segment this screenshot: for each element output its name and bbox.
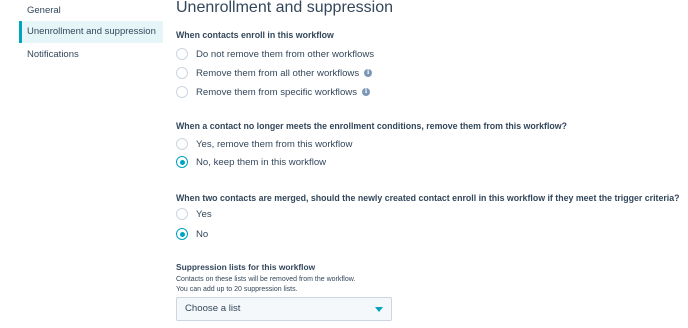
radio-button[interactable] <box>176 208 188 220</box>
radio-button[interactable] <box>176 67 188 79</box>
suppression-limit-note: You can add up to 20 suppression lists. <box>176 286 298 293</box>
option-label: Remove them from all other workflows <box>196 67 360 79</box>
workflow-settings-page: General Unenrollment and suppression Not… <box>0 0 688 328</box>
option-label: No <box>196 228 209 240</box>
info-icon[interactable]: i <box>364 69 373 77</box>
page-title: Unenrollment and suppression <box>176 0 394 16</box>
option-label: Remove them from specific workflows <box>196 86 358 98</box>
option-label: Yes <box>196 208 212 220</box>
radio-option-yes-remove[interactable]: Yes, remove them from this workflow <box>176 136 352 152</box>
caret-down-icon <box>375 307 383 312</box>
radio-option-remove-all[interactable]: Remove them from all other workflows i <box>176 65 373 81</box>
radio-button[interactable] <box>176 138 188 150</box>
settings-sidebar: General Unenrollment and suppression Not… <box>0 0 165 328</box>
sidebar-item-notifications[interactable]: Notifications <box>19 44 163 66</box>
radio-button-selected[interactable] <box>176 156 188 168</box>
option-label: Yes, remove them from this workflow <box>196 138 353 150</box>
enrollment-conditions-question: When a contact no longer meets the enrol… <box>176 121 568 131</box>
radio-button[interactable] <box>176 48 188 60</box>
radio-option-do-not-remove[interactable]: Do not remove them from other workflows <box>176 46 374 62</box>
suppression-title: Suppression lists for this workflow <box>176 262 316 272</box>
option-label: Do not remove them from other workflows <box>196 48 375 60</box>
radio-button-selected[interactable] <box>176 228 188 240</box>
sidebar-item-unenrollment[interactable]: Unenrollment and suppression <box>19 21 163 43</box>
sidebar-item-general[interactable]: General <box>19 0 163 22</box>
info-icon[interactable]: i <box>362 88 371 96</box>
radio-button[interactable] <box>176 86 188 98</box>
dropdown-placeholder: Choose a list <box>185 303 241 314</box>
radio-option-remove-specific[interactable]: Remove them from specific workflows i <box>176 84 371 100</box>
suppression-description: Contacts on these lists will be removed … <box>176 276 356 283</box>
radio-option-no[interactable]: No <box>176 226 208 242</box>
radio-option-yes[interactable]: Yes <box>176 206 212 222</box>
merged-contacts-question: When two contacts are merged, should the… <box>176 193 680 203</box>
enroll-question: When contacts enroll in this workflow <box>176 30 334 40</box>
settings-main: Unenrollment and suppression When contac… <box>176 0 681 328</box>
suppression-list-dropdown[interactable]: Choose a list <box>176 297 392 321</box>
radio-option-no-keep[interactable]: No, keep them in this workflow <box>176 154 326 170</box>
option-label: No, keep them in this workflow <box>196 156 327 168</box>
